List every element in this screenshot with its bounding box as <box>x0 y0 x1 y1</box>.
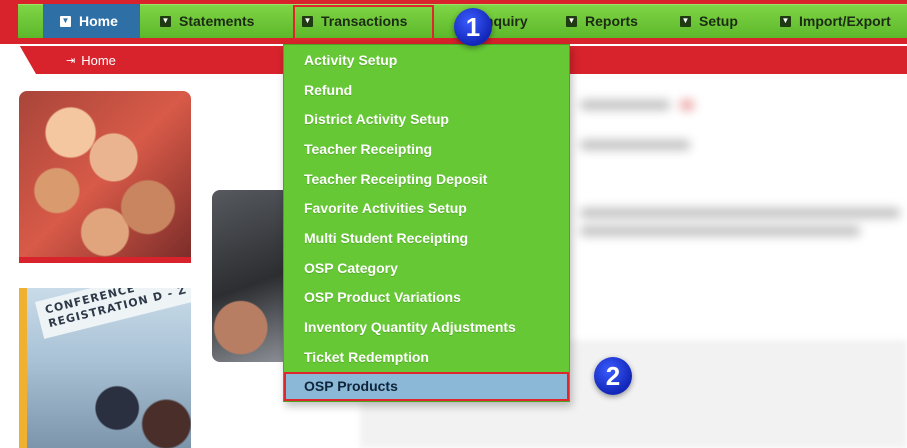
chevron-down-icon: ▼ <box>160 15 171 27</box>
menu-option-district-activity-setup[interactable]: District Activity Setup <box>284 104 569 134</box>
breadcrumb-home-link[interactable]: ⇥ Home <box>66 46 116 74</box>
menu-item-statements[interactable]: ▼ Statements <box>160 4 254 38</box>
menu-option-ticket-redemption[interactable]: Ticket Redemption <box>284 342 569 372</box>
chevron-down-icon: ▼ <box>60 15 71 27</box>
menu-item-import-export[interactable]: ▼ Import/Export <box>780 4 891 38</box>
menu-option-teacher-receipting[interactable]: Teacher Receipting <box>284 134 569 164</box>
conference-photo: CONFERENCE REGISTRATION D - Z <box>19 288 191 448</box>
menu-item-reports[interactable]: ▼ Reports <box>566 4 638 38</box>
menu-option-osp-products[interactable]: OSP Products <box>284 371 569 402</box>
chevron-down-icon: ▼ <box>680 15 691 27</box>
chevron-down-icon: ▼ <box>780 15 791 27</box>
breadcrumb-tab <box>0 46 36 74</box>
children-photo <box>19 91 191 263</box>
menu-item-setup[interactable]: ▼ Setup <box>680 4 738 38</box>
menu-item-home[interactable]: ▼ Home <box>43 4 140 38</box>
breadcrumb-home-label: Home <box>81 52 116 68</box>
menu-option-refund[interactable]: Refund <box>284 75 569 105</box>
step-marker-2: 2 <box>594 357 632 395</box>
laptop-photo <box>212 190 284 362</box>
blurred-page-content <box>570 80 907 350</box>
transactions-dropdown-menu: Activity Setup Refund District Activity … <box>283 44 570 402</box>
menu-item-label: Import/Export <box>799 13 891 29</box>
step-marker-1: 1 <box>454 8 492 46</box>
menu-option-favorite-activities-setup[interactable]: Favorite Activities Setup <box>284 193 569 223</box>
menu-item-label: Statements <box>179 13 255 29</box>
menu-item-label: Reports <box>585 13 638 29</box>
menu-option-activity-setup[interactable]: Activity Setup <box>284 45 569 75</box>
menu-item-label: Home <box>79 13 118 29</box>
menu-option-osp-category[interactable]: OSP Category <box>284 253 569 283</box>
transactions-highlight-box <box>293 5 434 40</box>
menu-option-multi-student-receipting[interactable]: Multi Student Receipting <box>284 223 569 253</box>
chevron-down-icon: ▼ <box>566 15 577 27</box>
menu-option-teacher-receipting-deposit[interactable]: Teacher Receipting Deposit <box>284 164 569 194</box>
menu-option-inventory-quantity-adjustments[interactable]: Inventory Quantity Adjustments <box>284 312 569 342</box>
home-icon: ⇥ <box>66 54 76 67</box>
menu-item-label: Setup <box>699 13 738 29</box>
menu-option-osp-product-variations[interactable]: OSP Product Variations <box>284 283 569 313</box>
conference-sign-text: CONFERENCE REGISTRATION D - Z <box>35 288 191 339</box>
